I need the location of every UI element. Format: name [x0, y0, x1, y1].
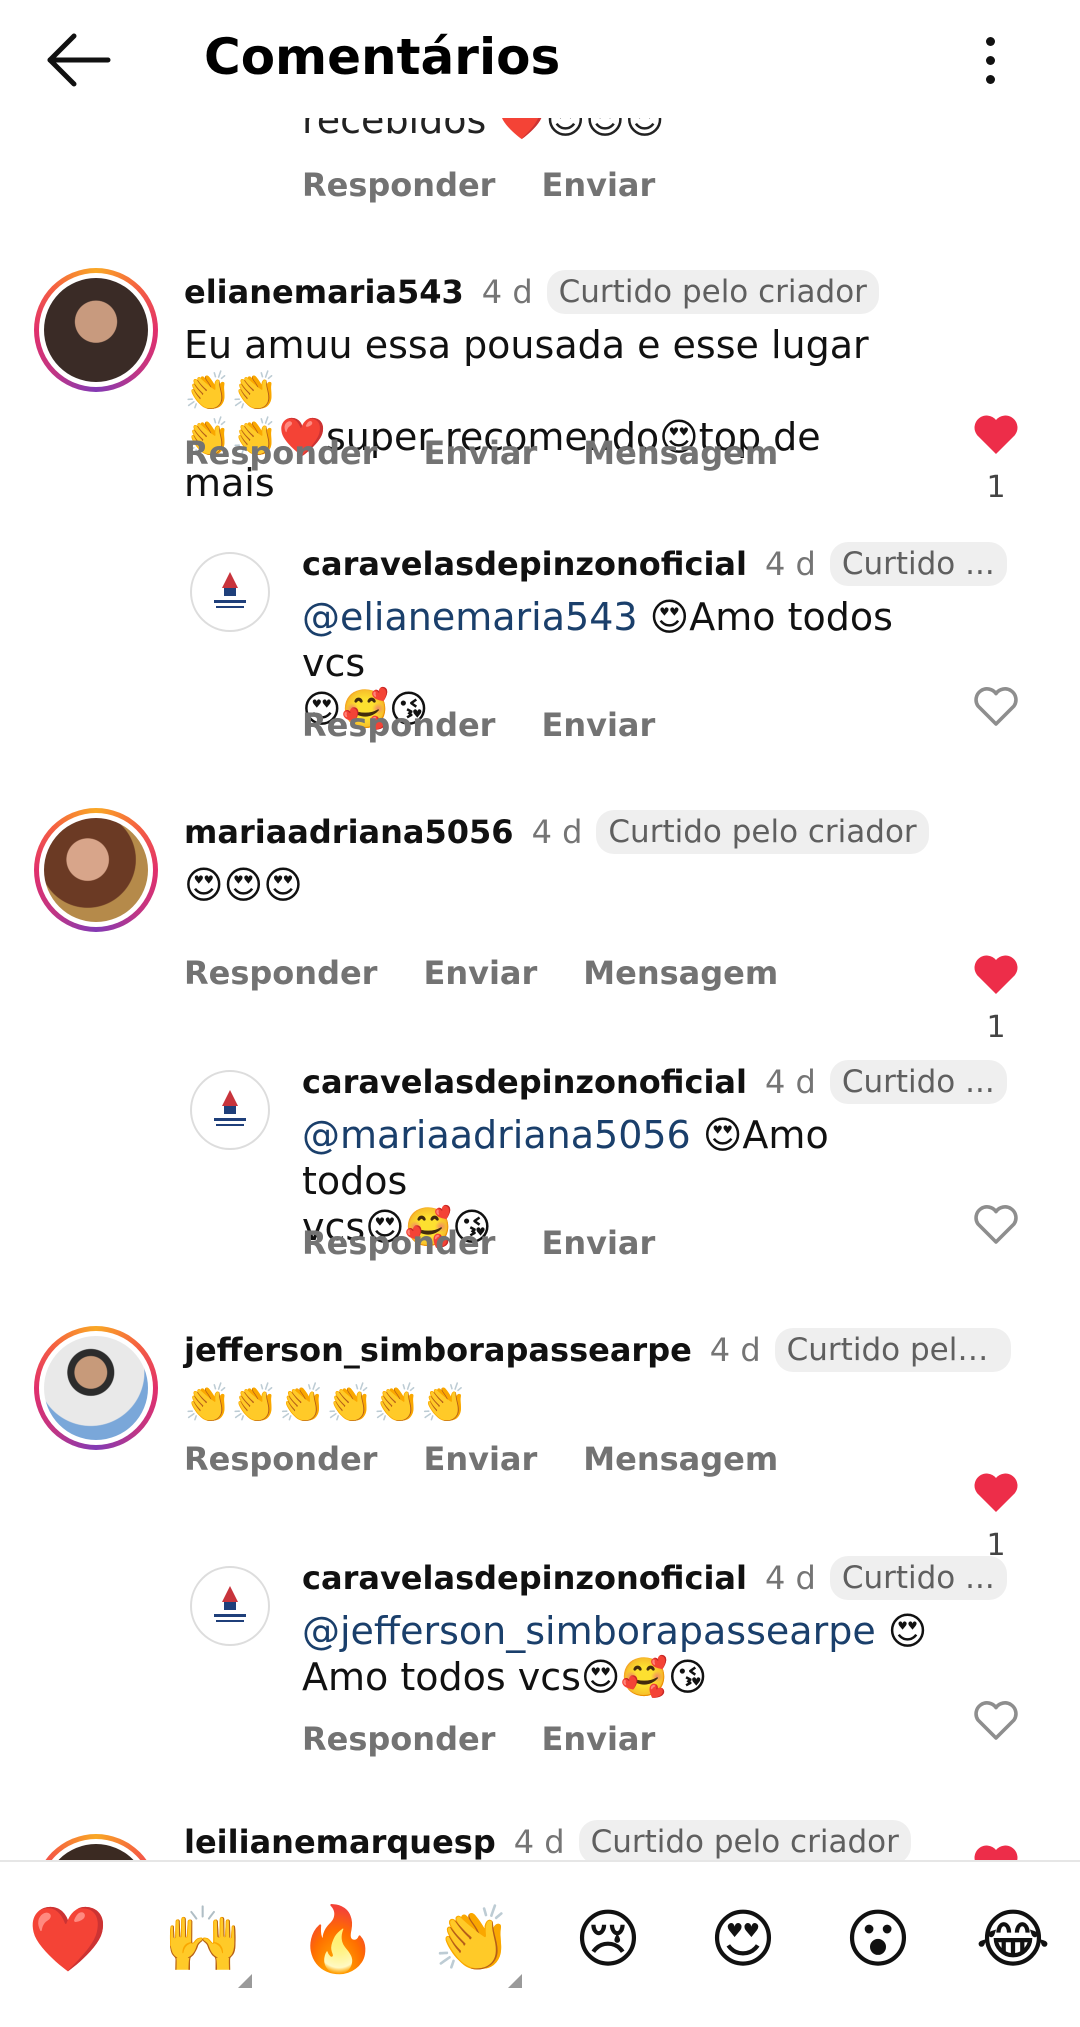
liked-by-creator-badge: Curtido pelo criador	[578, 1820, 911, 1860]
liked-by-creator-badge: Curtido pelo ...	[774, 1328, 1011, 1372]
comment-text: recebidos ❤️😍😍😍	[302, 118, 665, 142]
back-arrow-icon[interactable]	[44, 30, 114, 90]
send-button[interactable]: Enviar	[541, 1224, 655, 1262]
comment-text: 😍😍😍	[184, 863, 303, 907]
send-button[interactable]: Enviar	[541, 166, 655, 204]
comment-text: 👏👏👏👏👏👏	[184, 1381, 468, 1425]
send-button[interactable]: Enviar	[541, 1720, 655, 1758]
liked-by-creator-badge: Curtido pelo criador	[546, 270, 879, 314]
mention-link[interactable]: @elianemaria543	[302, 595, 638, 639]
heart-emoji-icon[interactable]: ❤️	[28, 1900, 108, 1980]
heart-eyes-emoji-icon[interactable]: 😍	[703, 1900, 783, 1980]
heart-outline-icon[interactable]	[972, 1698, 1020, 1742]
reply-button[interactable]: Responder	[302, 1224, 495, 1262]
liked-by-creator-badge: Curtido pelo criador	[596, 810, 929, 854]
comment-text: @jefferson_simborapassearpe 😍 Amo todos …	[302, 1609, 928, 1699]
comment-username[interactable]: caravelasdepinzonoficial	[302, 545, 747, 583]
like-count: 1	[986, 470, 1006, 505]
emoji-reaction-bar: ❤️ 🙌 🔥 👏 😢 😍 😮 😂	[0, 1860, 1080, 2027]
liked-by-creator-badge: Curtido ...	[829, 542, 1007, 586]
avatar[interactable]	[34, 1326, 158, 1450]
comment-text: Eu amuu essa pousada e esse lugar👏👏 👏👏❤️…	[184, 323, 869, 505]
page-title: Comentários	[204, 28, 561, 86]
avatar[interactable]	[190, 1566, 270, 1646]
liked-by-creator-badge: Curtido ...	[829, 1060, 1007, 1104]
avatar[interactable]	[34, 268, 158, 392]
comment-time: 4 d	[764, 545, 816, 583]
reply-button[interactable]: Responder	[184, 1440, 377, 1478]
send-button[interactable]: Enviar	[423, 434, 537, 472]
top-bar: Comentários	[0, 0, 1080, 118]
reply-button[interactable]: Responder	[302, 706, 495, 744]
liked-by-creator-badge: Curtido ...	[829, 1556, 1007, 1600]
clap-emoji-icon[interactable]: 👏	[433, 1900, 513, 1980]
avatar[interactable]	[190, 1070, 270, 1150]
send-button[interactable]: Enviar	[423, 954, 537, 992]
fire-emoji-icon[interactable]: 🔥	[298, 1900, 378, 1980]
reply-button[interactable]: Responder	[302, 166, 495, 204]
surprised-emoji-icon[interactable]: 😮	[838, 1900, 918, 1980]
raised-hands-emoji-icon[interactable]: 🙌	[163, 1900, 243, 1980]
comment-time: 4 d	[481, 273, 533, 311]
send-button[interactable]: Enviar	[423, 1440, 537, 1478]
heart-filled-icon[interactable]	[972, 952, 1020, 996]
comment-time: 4 d	[513, 1823, 565, 1860]
comments-list[interactable]: recebidos ❤️😍😍😍 Responder Enviar elianem…	[0, 118, 1080, 1860]
message-button[interactable]: Mensagem	[583, 434, 778, 472]
avatar[interactable]	[190, 552, 270, 632]
comment-username[interactable]: caravelasdepinzonoficial	[302, 1559, 747, 1597]
reply-button[interactable]: Responder	[184, 954, 377, 992]
skin-tone-indicator-icon	[508, 1974, 522, 1988]
comment-time: 4 d	[764, 1063, 816, 1101]
send-button[interactable]: Enviar	[541, 706, 655, 744]
crying-emoji-icon[interactable]: 😢	[568, 1900, 648, 1980]
skin-tone-indicator-icon	[238, 1974, 252, 1988]
heart-filled-icon[interactable]	[972, 1470, 1020, 1514]
heart-filled-icon[interactable]	[972, 412, 1020, 456]
avatar[interactable]	[34, 808, 158, 932]
message-button[interactable]: Mensagem	[583, 1440, 778, 1478]
heart-outline-icon[interactable]	[972, 1202, 1020, 1246]
comment-username[interactable]: elianemaria543	[184, 273, 464, 311]
comment-username[interactable]: caravelasdepinzonoficial	[302, 1063, 747, 1101]
mention-link[interactable]: @jefferson_simborapassearpe	[302, 1609, 876, 1653]
heart-filled-icon[interactable]	[972, 1842, 1020, 1860]
comment-time: 4 d	[764, 1559, 816, 1597]
laughing-emoji-icon[interactable]: 😂	[973, 1900, 1053, 1980]
more-options-icon[interactable]	[970, 30, 1010, 90]
like-count: 1	[986, 1010, 1006, 1045]
comment-username[interactable]: leilianemarquesp	[184, 1823, 496, 1860]
comment-time: 4 d	[531, 813, 583, 851]
avatar[interactable]	[34, 1834, 158, 1860]
comment-username[interactable]: jefferson_simborapassearpe	[184, 1331, 692, 1369]
message-button[interactable]: Mensagem	[583, 954, 778, 992]
mention-link[interactable]: @mariaadriana5056	[302, 1113, 691, 1157]
heart-outline-icon[interactable]	[972, 684, 1020, 728]
comment-username[interactable]: mariaadriana5056	[184, 813, 514, 851]
reply-button[interactable]: Responder	[184, 434, 377, 472]
reply-button[interactable]: Responder	[302, 1720, 495, 1758]
comment-time: 4 d	[709, 1331, 761, 1369]
